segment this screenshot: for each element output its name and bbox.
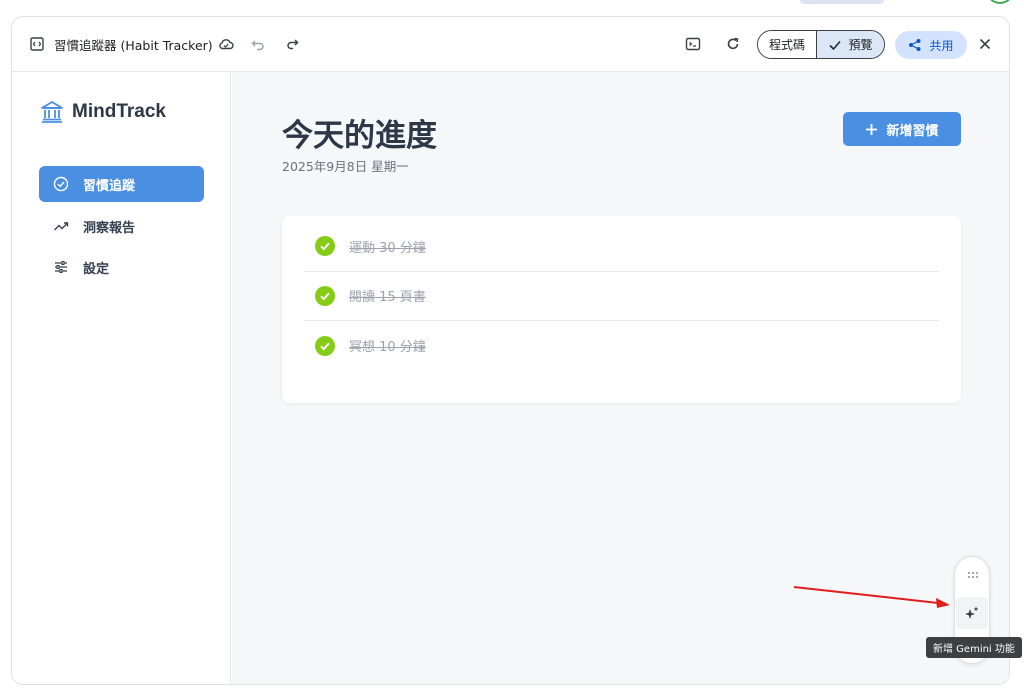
screen: 習慣追蹤器 (Habit Tracker) 程式碼 預覽 共用 MindTrac… bbox=[0, 0, 1024, 691]
checkmark-icon bbox=[320, 242, 330, 251]
habit-label: 冥想 10 分鐘 bbox=[349, 340, 426, 356]
sliders-icon bbox=[55, 260, 67, 274]
trending-up-icon bbox=[54, 222, 69, 231]
checkmark-icon bbox=[320, 292, 330, 301]
share-button[interactable]: 共用 bbox=[895, 31, 967, 59]
undo-icon[interactable] bbox=[250, 36, 266, 52]
share-icon bbox=[909, 39, 921, 51]
preview-label: 預覽 bbox=[848, 38, 873, 52]
sidebar-item-label: 設定 bbox=[83, 261, 110, 277]
view-toggle: 程式碼 預覽 bbox=[757, 30, 885, 59]
plus-icon bbox=[866, 123, 878, 135]
sparkle-icon bbox=[965, 606, 979, 619]
app-title: 習慣追蹤器 (Habit Tracker) bbox=[54, 38, 213, 53]
add-habit-button[interactable]: 新增習慣 bbox=[843, 112, 961, 146]
habit-label: 閱讀 15 頁書 bbox=[349, 290, 426, 306]
habit-done-checkbox[interactable] bbox=[315, 285, 335, 306]
sidebar: MindTrack 習慣追蹤 洞察報告 設定 bbox=[12, 72, 231, 684]
sidebar-item-label: 洞察報告 bbox=[83, 220, 136, 236]
app-frame-icon bbox=[30, 37, 44, 51]
tooltip: 新增 Gemini 功能 bbox=[926, 637, 1022, 658]
share-label: 共用 bbox=[929, 38, 954, 53]
refresh-icon[interactable] bbox=[725, 36, 741, 52]
list-item: 閱讀 15 頁書 bbox=[304, 272, 939, 321]
terminal-icon[interactable] bbox=[685, 36, 701, 52]
checkmark-icon bbox=[829, 40, 842, 50]
brand-name: MindTrack bbox=[72, 101, 166, 122]
sidebar-item-insights[interactable]: 洞察報告 bbox=[39, 208, 204, 244]
annotation-arrow bbox=[793, 586, 950, 608]
habit-list: 運動 30 分鐘 閱讀 15 頁書 冥想 10 分鐘 bbox=[282, 216, 961, 403]
check-circle-icon bbox=[53, 176, 69, 192]
list-item: 運動 30 分鐘 bbox=[304, 222, 939, 272]
drag-handle-icon[interactable] bbox=[967, 571, 979, 581]
page-date: 2025年9月8日 星期一 bbox=[282, 159, 409, 174]
sidebar-item-settings[interactable]: 設定 bbox=[39, 249, 204, 285]
top-strip-avatar bbox=[986, 0, 1014, 4]
redo-icon[interactable] bbox=[284, 36, 300, 52]
habit-label: 運動 30 分鐘 bbox=[349, 240, 426, 256]
add-habit-label: 新增習慣 bbox=[886, 123, 939, 139]
page-title: 今天的進度 bbox=[282, 118, 437, 154]
toolbar: 習慣追蹤器 (Habit Tracker) 程式碼 預覽 共用 bbox=[12, 17, 1009, 72]
cloud-save-icon[interactable] bbox=[218, 36, 234, 52]
sidebar-item-label: 習慣追蹤 bbox=[83, 178, 136, 194]
habit-done-checkbox[interactable] bbox=[315, 236, 335, 257]
top-strip-tab bbox=[800, 0, 884, 4]
habit-done-checkbox[interactable] bbox=[315, 335, 335, 356]
checkmark-icon bbox=[320, 342, 330, 351]
preview-tab[interactable]: 預覽 bbox=[816, 31, 884, 58]
brand: MindTrack bbox=[40, 100, 166, 124]
close-icon[interactable] bbox=[978, 37, 992, 51]
sidebar-item-habits[interactable]: 習慣追蹤 bbox=[39, 166, 204, 202]
code-tab[interactable]: 程式碼 bbox=[758, 31, 816, 58]
institution-icon bbox=[41, 101, 63, 123]
gemini-feature-button[interactable] bbox=[956, 597, 988, 629]
list-item: 冥想 10 分鐘 bbox=[304, 321, 939, 371]
